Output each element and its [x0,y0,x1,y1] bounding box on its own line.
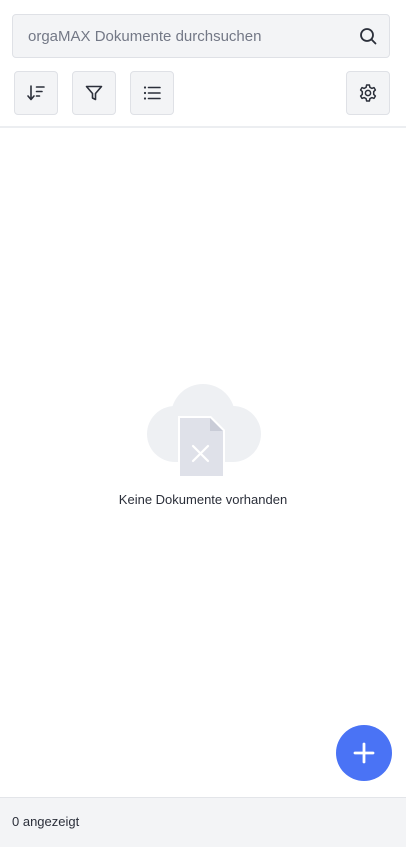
settings-button[interactable] [346,71,390,115]
sort-descending-icon [27,85,45,101]
list-view-icon [143,86,161,100]
result-count: 0 angezeigt [12,814,80,829]
filter-button[interactable] [72,71,116,115]
filter-icon [85,85,103,101]
toolbar-divider [0,126,406,128]
plus-icon [353,742,375,764]
sort-button[interactable] [14,71,58,115]
empty-documents-icon [137,382,269,482]
search-icon[interactable] [358,26,378,46]
add-document-button[interactable] [336,725,392,781]
gear-icon [359,84,377,102]
search-input[interactable] [13,15,343,57]
list-view-button[interactable] [130,71,174,115]
footer-bar: 0 angezeigt [0,797,406,847]
empty-state-message: Keine Dokumente vorhanden [118,492,288,507]
search-box[interactable] [12,14,390,58]
